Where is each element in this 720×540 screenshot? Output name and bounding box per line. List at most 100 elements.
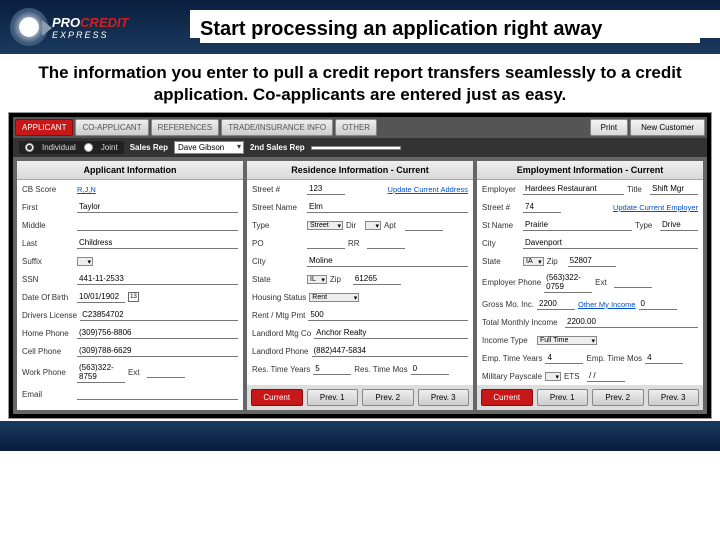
empmos-label: Emp. Time Mos (586, 354, 642, 363)
res-zip-label: Zip (330, 275, 350, 284)
rent-input[interactable]: 500 (308, 309, 468, 321)
res-state-label: State (252, 275, 304, 284)
res-po-label: PO (252, 239, 304, 248)
res-city-input[interactable]: Moline (307, 255, 468, 267)
dl-label: Drivers License (22, 311, 77, 320)
header-bar: PROCREDIT EXPRESS Start processing an ap… (0, 0, 720, 54)
res-prev1-button[interactable]: Prev. 1 (307, 389, 359, 406)
employment-history-buttons: Current Prev. 1 Prev. 2 Prev. 3 (477, 385, 703, 410)
res-zip-input[interactable]: 61265 (353, 273, 401, 285)
update-employer-link[interactable]: Update Current Employer (613, 203, 698, 212)
res-streetname-input[interactable]: Elm (307, 201, 468, 213)
emp-stname-input[interactable]: Prairie (523, 219, 632, 231)
inctype-select[interactable]: Full Time (537, 336, 597, 345)
emp-city-input[interactable]: Davenport (523, 237, 698, 249)
resmos-input[interactable]: 0 (411, 363, 449, 375)
radio-joint-label: Joint (101, 143, 118, 152)
title-input[interactable]: Shift Mgr (650, 183, 698, 195)
military-label: Military Payscale (482, 372, 542, 381)
workphone-label: Work Phone (22, 368, 74, 377)
empmos-input[interactable]: 4 (645, 352, 683, 364)
res-streetnum-input[interactable]: 123 (307, 183, 345, 195)
subtitle: The information you enter to pull a cred… (0, 54, 720, 112)
salesrep-select[interactable]: Dave Gibson (174, 141, 244, 154)
tab-trade-insurance[interactable]: TRADE/INSURANCE INFO (221, 119, 333, 136)
new-customer-button[interactable]: New Customer (630, 119, 705, 136)
other-income-link[interactable]: Other My Income (578, 300, 636, 309)
landlord-input[interactable]: Anchor Realty (314, 327, 468, 339)
logo: PROCREDIT EXPRESS (10, 8, 129, 46)
radio-joint[interactable] (84, 143, 93, 152)
res-apt-label: Apt (384, 221, 402, 230)
emp-streetnum-label: Street # (482, 203, 520, 212)
tabs-row: APPLICANT CO-APPLICANT REFERENCES TRADE/… (13, 117, 707, 138)
radio-individual-label: Individual (42, 143, 76, 152)
emp-ext-label: Ext (595, 278, 611, 287)
tab-other[interactable]: OTHER (335, 119, 377, 136)
update-address-link[interactable]: Update Current Address (388, 185, 468, 194)
email-input[interactable] (77, 389, 238, 400)
emp-phone-input[interactable]: (563)322-0759 (544, 272, 592, 293)
first-input[interactable]: Taylor (77, 201, 238, 213)
empyrs-input[interactable]: 4 (545, 352, 583, 364)
print-button[interactable]: Print (590, 119, 628, 136)
tab-coapplicant[interactable]: CO-APPLICANT (75, 119, 148, 136)
suffix-select[interactable] (77, 257, 93, 266)
homephone-label: Home Phone (22, 329, 74, 338)
res-dir-select[interactable] (365, 221, 381, 230)
res-type-select[interactable]: Street (307, 221, 343, 230)
cbscore-link[interactable]: R,J,N (77, 185, 96, 194)
emp-zip-label: Zip (547, 257, 565, 266)
emp-current-button[interactable]: Current (481, 389, 533, 406)
last-input[interactable]: Childress (77, 237, 238, 249)
email-label: Email (22, 390, 74, 399)
ets-input[interactable]: / / (587, 370, 625, 382)
resyrs-input[interactable]: 5 (313, 363, 351, 375)
military-select[interactable] (545, 372, 561, 381)
emp-state-select[interactable]: IA (523, 257, 544, 266)
employer-input[interactable]: Hardees Restaurant (523, 183, 624, 195)
tab-applicant[interactable]: APPLICANT (15, 119, 73, 136)
landlordphone-input[interactable]: (882)447-5834 (312, 345, 469, 357)
dl-input[interactable]: C23854702 (80, 309, 238, 321)
calendar-icon[interactable]: 13 (128, 292, 139, 302)
radio-individual[interactable] (25, 143, 34, 152)
dob-input[interactable]: 10/01/1902 (77, 291, 125, 303)
res-prev2-button[interactable]: Prev. 2 (362, 389, 414, 406)
middle-label: Middle (22, 221, 74, 230)
res-rr-input[interactable] (367, 238, 405, 249)
res-prev3-button[interactable]: Prev. 3 (418, 389, 470, 406)
res-state-select[interactable]: IL (307, 275, 327, 284)
res-po-input[interactable] (307, 238, 345, 249)
res-apt-input[interactable] (405, 220, 443, 231)
applicant-type-radio: Individual Joint (19, 141, 124, 154)
other-income-input[interactable]: 0 (639, 298, 677, 310)
homephone-input[interactable]: (309)756-8806 (77, 327, 238, 339)
housing-label: Housing Status (252, 293, 306, 302)
first-label: First (22, 203, 74, 212)
total-income-input[interactable]: 2200.00 (565, 316, 698, 328)
ssn-input[interactable]: 441-11-2533 (77, 273, 238, 285)
res-current-button[interactable]: Current (251, 389, 303, 406)
ext-input[interactable] (147, 367, 185, 378)
emp-prev3-button[interactable]: Prev. 3 (648, 389, 700, 406)
res-dir-label: Dir (346, 221, 362, 230)
workphone-input[interactable]: (563)322-8759 (77, 362, 125, 383)
cellphone-input[interactable]: (309)788-6629 (77, 345, 238, 357)
cellphone-label: Cell Phone (22, 347, 74, 356)
gross-input[interactable]: 2200 (537, 298, 575, 310)
emp-type-input[interactable]: Drive (660, 219, 698, 231)
emp-prev2-button[interactable]: Prev. 2 (592, 389, 644, 406)
emp-ext-input[interactable] (614, 277, 652, 288)
gross-label: Gross Mo. Inc. (482, 300, 534, 309)
resmos-label: Res. Time Mos (354, 365, 407, 374)
applicant-info-panel: Applicant Information CB ScoreR,J,N Firs… (17, 161, 243, 410)
middle-input[interactable] (77, 220, 238, 231)
logo-icon (10, 8, 48, 46)
emp-prev1-button[interactable]: Prev. 1 (537, 389, 589, 406)
emp-zip-input[interactable]: 52807 (568, 255, 616, 267)
salesrep2-select[interactable] (311, 146, 401, 150)
emp-streetnum-input[interactable]: 74 (523, 201, 561, 213)
housing-select[interactable]: Rent (309, 293, 359, 302)
tab-references[interactable]: REFERENCES (151, 119, 220, 136)
